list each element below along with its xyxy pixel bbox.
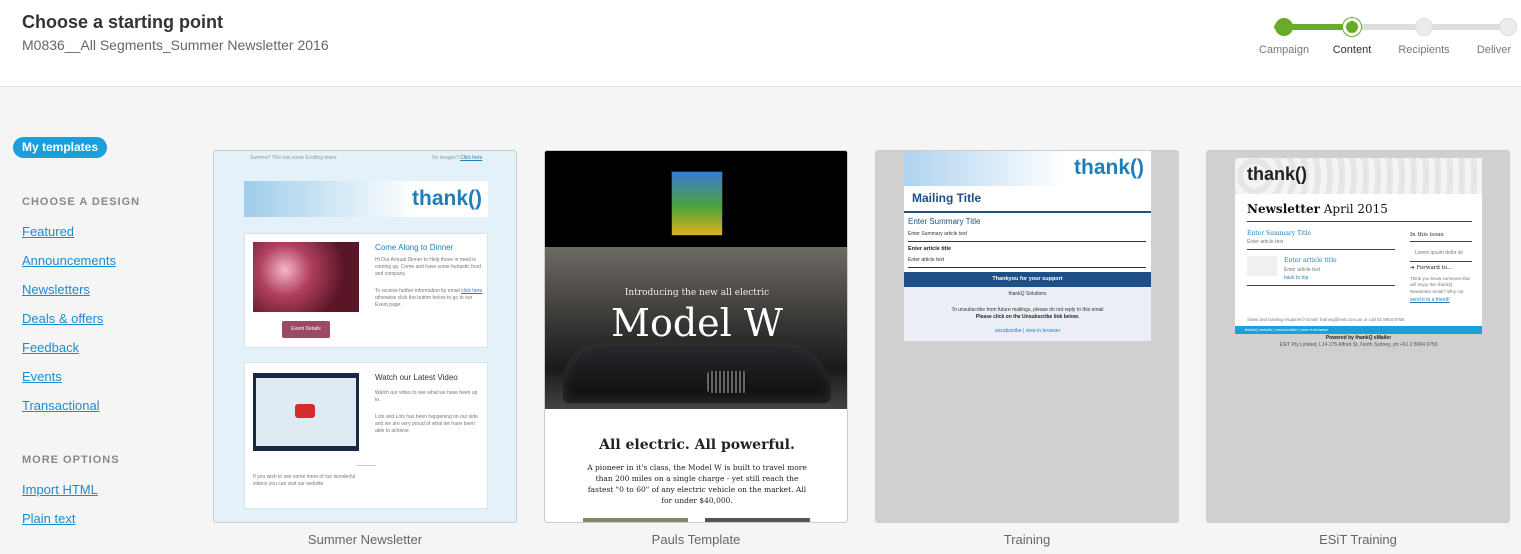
preview-video-body: Watch our video to see what we have been… <box>375 390 478 403</box>
preview-forward-link: send it to a friend! <box>1410 297 1450 303</box>
design-link-feedback[interactable]: Feedback <box>22 340 79 355</box>
design-link-newsletters[interactable]: Newsletters <box>22 282 90 297</box>
template-name-summer-newsletter[interactable]: Summer Newsletter <box>213 532 517 547</box>
template-card-training[interactable]: thank() Mailing Title Enter Summary Titl… <box>875 150 1179 523</box>
preview-article-body2: To receive further information by email … <box>375 288 483 308</box>
preview-email-body: thank() Newsletter April 2015 Enter Summ… <box>1235 158 1482 334</box>
dinner-image <box>253 242 359 312</box>
video-thumbnail <box>253 373 359 451</box>
preview-article-text: Enter article text <box>1284 267 1321 273</box>
preview-no-images: No images? Click here <box>432 155 483 161</box>
template-name-pauls-template[interactable]: Pauls Template <box>544 532 848 547</box>
preview-article-video: Watch our Latest Video Watch our video t… <box>244 362 488 509</box>
step-dot-deliver[interactable] <box>1499 18 1517 36</box>
preview-article-link: back to top <box>1284 275 1309 281</box>
preview-thumbnail-left <box>583 518 688 522</box>
design-link-deals-offers[interactable]: Deals & offers <box>22 311 103 326</box>
preview-summary-title: Enter Summary Title <box>908 217 981 226</box>
preview-thumbnail-right <box>705 518 810 522</box>
preview-forward: ➜ Forward to... <box>1410 265 1453 271</box>
play-icon <box>295 404 315 418</box>
step-dot-campaign[interactable] <box>1275 18 1293 36</box>
car-shape <box>563 343 831 403</box>
design-link-events[interactable]: Events <box>22 369 62 384</box>
page-header: Choose a starting point M0836__All Segme… <box>0 0 1521 87</box>
page-title: Choose a starting point <box>22 12 224 32</box>
option-link-import-html[interactable]: Import HTML <box>22 482 98 497</box>
step-dot-content[interactable] <box>1343 18 1361 36</box>
template-card-pauls-template[interactable]: Introducing the new all electric Model W… <box>544 150 848 523</box>
article-thumbnail <box>1247 256 1277 276</box>
preview-video-title: Watch our Latest Video <box>375 373 458 382</box>
preview-black-header <box>545 151 847 247</box>
choose-design-heading: CHOOSE A DESIGN <box>22 196 141 208</box>
preview-address: ESiT Pty Limited, L14 275 Alfred St, Nor… <box>1279 342 1438 348</box>
preview-banner: thank() <box>244 181 488 217</box>
preview-org-name: thankQ Solutions <box>1008 291 1047 297</box>
preview-issue-item: Lorem ipsum dolor sit <box>1415 250 1463 256</box>
preview-preheader: Summer! This has some Exciting times <box>250 155 337 161</box>
car-hero-image: Introducing the new all electric Model W <box>545 247 847 409</box>
poster-image <box>671 171 723 236</box>
preview-in-this-issue: In this issue <box>1410 232 1444 238</box>
preview-unsub-links: unsubscribe | view in browser <box>994 328 1061 334</box>
step-dot-recipients[interactable] <box>1415 18 1433 36</box>
thankq-logo: thank() <box>412 187 482 210</box>
step-label-content[interactable]: Content <box>1333 44 1372 56</box>
preview-body-text: A pioneer in it's class, the Model W is … <box>587 463 807 505</box>
template-card-esit-training[interactable]: thank() Newsletter April 2015 Enter Summ… <box>1206 150 1510 523</box>
preview-intro-text: Introducing the new all electric <box>624 288 770 298</box>
step-label-recipients[interactable]: Recipients <box>1398 44 1449 56</box>
preview-thanks-band: Thankyou for your support <box>904 272 1151 287</box>
template-card-summer-newsletter[interactable]: Summer! This has some Exciting times No … <box>213 150 517 523</box>
preview-article-title: Enter article title <box>1284 257 1337 264</box>
preview-contact: Sales and training enquiries? Email: tra… <box>1247 317 1405 322</box>
more-options-heading: MORE OPTIONS <box>22 454 120 466</box>
preview-article-body: Hi Our Annual Dinner to Help those in ne… <box>375 257 481 277</box>
event-details-button: Event Details <box>282 321 330 338</box>
preview-model-name: Model W <box>611 301 783 345</box>
preview-summary-title: Enter Summary Title <box>1247 230 1311 237</box>
preview-unsub-line1: To unsubscribe from future mailings, ple… <box>951 307 1104 313</box>
design-link-featured[interactable]: Featured <box>22 224 74 239</box>
campaign-name: M0836__All Segments_Summer Newsletter 20… <box>22 37 329 53</box>
divider <box>356 465 376 466</box>
preview-banner: thank() <box>904 151 1151 186</box>
thankq-logo: thank() <box>1074 156 1144 179</box>
option-link-plain-text[interactable]: Plain text <box>22 511 75 526</box>
preview-unsub-line2: Please click on the Unsubscribe link bel… <box>975 314 1080 320</box>
forward-arrow-icon: ➜ <box>1410 265 1415 271</box>
preview-video-body2: Lots and Lots has been happening on our … <box>375 414 478 434</box>
step-label-deliver[interactable]: Deliver <box>1477 44 1511 56</box>
template-name-esit-training[interactable]: ESiT Training <box>1206 532 1510 547</box>
preview-email-body: thank() Mailing Title Enter Summary Titl… <box>904 151 1151 341</box>
progress-stepper: Campaign Content Recipients Deliver <box>1250 14 1521 64</box>
preview-article-dinner: Come Along to Dinner Hi Our Annual Dinne… <box>244 233 488 348</box>
preview-summary-text: Enter article text <box>1247 239 1284 245</box>
design-link-transactional[interactable]: Transactional <box>22 398 100 413</box>
preview-footer: thankQ Solutions To unsubscribe from fut… <box>904 287 1151 341</box>
preview-newsletter-title: Newsletter April 2015 <box>1247 202 1388 216</box>
preview-headline: All electric. All powerful. <box>599 437 795 453</box>
car-grille <box>707 371 747 393</box>
template-name-training[interactable]: Training <box>875 532 1179 547</box>
preview-article-text: Enter article text <box>908 257 945 263</box>
step-label-campaign[interactable]: Campaign <box>1259 44 1309 56</box>
puzzle-banner: thank() <box>1235 158 1482 194</box>
my-templates-pill[interactable]: My templates <box>13 137 108 158</box>
preview-article-title: Enter article title <box>908 246 952 252</box>
thankq-logo: thank() <box>1247 164 1307 184</box>
preview-blue-bar: thankQ website | unsubscribe | view in b… <box>1235 326 1482 334</box>
design-link-announcements[interactable]: Announcements <box>22 253 116 268</box>
preview-mailing-title: Mailing Title <box>912 191 982 205</box>
preview-summary-text: Enter Summary article text <box>908 231 967 237</box>
preview-forward-text: Think you know someone that will enjoy t… <box>1410 276 1470 294</box>
preview-video-footer: If you wish to see some more of our wond… <box>253 474 356 487</box>
preview-powered-by: Powered by thankQ eMailer <box>1325 335 1392 341</box>
preview-article-title: Come Along to Dinner <box>375 243 454 252</box>
